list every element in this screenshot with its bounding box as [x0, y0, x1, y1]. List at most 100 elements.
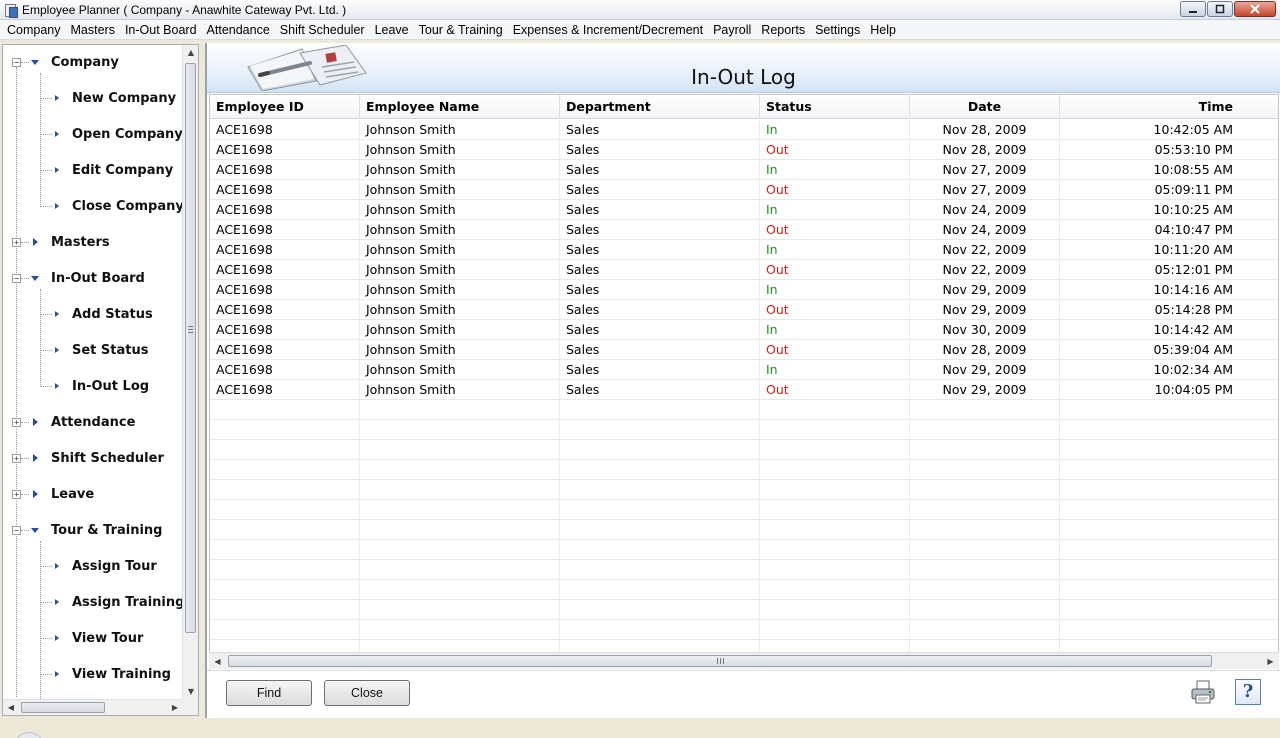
- empty-cell: [760, 400, 910, 420]
- table-row[interactable]: ACE1698 Johnson Smith Sales Out Nov 28, 2009…: [210, 140, 1278, 160]
- menu-attendance[interactable]: Attendance: [202, 20, 275, 40]
- column-header-time[interactable]: Time: [1060, 95, 1278, 119]
- table-row[interactable]: ACE1698 Johnson Smith Sales In Nov 29, 2009 1…: [210, 280, 1278, 300]
- empty-cell: [760, 620, 910, 640]
- scroll-right-arrow-icon[interactable]: ▶: [1262, 653, 1279, 670]
- close-window-button[interactable]: [1234, 1, 1276, 17]
- table-row[interactable]: ACE1698 Johnson Smith Sales In Nov 24, 2009 1…: [210, 200, 1278, 220]
- scroll-thumb[interactable]: [228, 655, 1212, 667]
- find-button[interactable]: Find: [226, 680, 312, 706]
- attendance-expand-toggle[interactable]: +: [12, 418, 21, 427]
- column-header-date[interactable]: Date: [910, 95, 1060, 119]
- table-row[interactable]: ACE1698 Johnson Smith Sales Out Nov 29, 2009…: [210, 380, 1278, 400]
- tree-item-open-company[interactable]: Open Company: [55, 125, 183, 143]
- tree-connector: [40, 134, 52, 135]
- page-title: In-Out Log: [691, 65, 796, 89]
- scroll-thumb[interactable]: [185, 63, 196, 633]
- empty-cell: [210, 440, 360, 460]
- tree-item-set-status[interactable]: Set Status: [55, 341, 148, 359]
- tree-item-view-tour[interactable]: View Tour: [55, 629, 143, 647]
- tree-item-view-training[interactable]: View Training: [55, 665, 171, 683]
- close-button[interactable]: Close: [324, 680, 410, 706]
- help-button[interactable]: ?: [1235, 679, 1261, 705]
- menu-tour-training[interactable]: Tour & Training: [414, 20, 508, 40]
- in-out-board-collapse-toggle[interactable]: −: [12, 274, 21, 283]
- tree-item-company[interactable]: Company: [31, 53, 119, 71]
- tree-item-in-out-board[interactable]: In-Out Board: [31, 269, 145, 287]
- empty-cell: [210, 620, 360, 640]
- table-header: Employee ID Employee Name Department Sta…: [210, 95, 1278, 119]
- tree-item-assign-training[interactable]: Assign Training: [55, 593, 183, 611]
- table-row[interactable]: ACE1698 Johnson Smith Sales Out Nov 29, 2009…: [210, 300, 1278, 320]
- tree-item-leave[interactable]: Leave: [33, 485, 94, 503]
- shift-scheduler-expand-toggle[interactable]: +: [12, 454, 21, 463]
- table-row[interactable]: ACE1698 Johnson Smith Sales In Nov 28, 2009 1…: [210, 120, 1278, 140]
- empty-table-row: [210, 600, 1278, 620]
- column-header-department[interactable]: Department: [560, 95, 760, 119]
- tree-item-masters[interactable]: Masters: [33, 233, 110, 251]
- empty-cell: [910, 520, 1060, 540]
- menu-masters[interactable]: Masters: [66, 20, 120, 40]
- tree-item-tour-training[interactable]: Tour & Training: [31, 521, 162, 539]
- table-row[interactable]: ACE1698 Johnson Smith Sales Out Nov 24, 2009…: [210, 220, 1278, 240]
- cell-department: Sales: [560, 260, 760, 280]
- minimize-button[interactable]: [1180, 1, 1206, 17]
- scroll-left-arrow-icon[interactable]: ◀: [209, 653, 226, 670]
- menu-payroll[interactable]: Payroll: [708, 20, 756, 40]
- empty-cell: [1060, 600, 1278, 620]
- tree-item-add-status[interactable]: Add Status: [55, 305, 153, 323]
- table-row[interactable]: ACE1698 Johnson Smith Sales Out Nov 28, 2009…: [210, 340, 1278, 360]
- tour-training-collapse-toggle[interactable]: −: [12, 526, 21, 535]
- menu-leave[interactable]: Leave: [370, 20, 414, 40]
- column-header-employee-name[interactable]: Employee Name: [360, 95, 560, 119]
- tree-item-assign-tour[interactable]: Assign Tour: [55, 557, 157, 575]
- cell-date: Nov 28, 2009: [910, 120, 1060, 140]
- table-row[interactable]: ACE1698 Johnson Smith Sales In Nov 22, 2009 1…: [210, 240, 1278, 260]
- leave-expand-toggle[interactable]: +: [12, 490, 21, 499]
- tree-item-close-company[interactable]: Close Company: [55, 197, 183, 215]
- masters-expand-toggle[interactable]: +: [12, 238, 21, 247]
- empty-cell: [360, 560, 560, 580]
- column-header-status[interactable]: Status: [760, 95, 910, 119]
- tree-item-attendance[interactable]: Attendance: [33, 413, 135, 431]
- menu-company[interactable]: Company: [2, 20, 66, 40]
- menu-in-out-board[interactable]: In-Out Board: [120, 20, 202, 40]
- tree-connector: [40, 206, 52, 207]
- sidebar-horizontal-scrollbar[interactable]: ◀ ▶: [3, 699, 183, 715]
- table-row[interactable]: ACE1698 Johnson Smith Sales In Nov 30, 2009 1…: [210, 320, 1278, 340]
- company-collapse-toggle[interactable]: −: [12, 58, 21, 67]
- scroll-up-arrow-icon[interactable]: ▲: [183, 45, 198, 61]
- print-button[interactable]: [1190, 679, 1216, 705]
- tree-item-shift-scheduler[interactable]: Shift Scheduler: [33, 449, 164, 467]
- menu-shift-scheduler[interactable]: Shift Scheduler: [275, 20, 370, 40]
- empty-cell: [560, 580, 760, 600]
- collapsed-arrow-icon: [55, 671, 59, 677]
- table-row[interactable]: ACE1698 Johnson Smith Sales Out Nov 27, 2009…: [210, 180, 1278, 200]
- menu-help[interactable]: Help: [865, 20, 901, 40]
- cell-department: Sales: [560, 200, 760, 220]
- menu-reports[interactable]: Reports: [756, 20, 810, 40]
- empty-cell: [560, 480, 760, 500]
- column-header-employee-id[interactable]: Employee ID: [210, 95, 360, 119]
- scroll-right-arrow-icon[interactable]: ▶: [167, 700, 183, 715]
- scroll-thumb[interactable]: [21, 702, 105, 713]
- maximize-button[interactable]: [1207, 1, 1233, 17]
- empty-cell: [560, 520, 760, 540]
- empty-cell: [360, 580, 560, 600]
- tree-item-edit-company[interactable]: Edit Company: [55, 161, 173, 179]
- menu-expenses[interactable]: Expenses & Increment/Decrement: [508, 20, 708, 40]
- tree-connector: [40, 674, 52, 675]
- cell-time: 10:04:05 PM: [1060, 380, 1278, 400]
- scroll-left-arrow-icon[interactable]: ◀: [3, 700, 19, 715]
- sidebar-vertical-scrollbar[interactable]: ▲ ▼: [182, 45, 198, 700]
- title-bar: Employee Planner ( Company - Anawhite Ca…: [0, 0, 1280, 20]
- scroll-down-arrow-icon[interactable]: ▼: [183, 684, 198, 700]
- window-controls: [1179, 1, 1276, 17]
- table-row[interactable]: ACE1698 Johnson Smith Sales In Nov 29, 2009 1…: [210, 360, 1278, 380]
- menu-settings[interactable]: Settings: [810, 20, 865, 40]
- tree-item-in-out-log[interactable]: In-Out Log: [55, 377, 149, 395]
- tree-item-new-company[interactable]: New Company: [55, 89, 176, 107]
- table-row[interactable]: ACE1698 Johnson Smith Sales Out Nov 22, 2009…: [210, 260, 1278, 280]
- table-row[interactable]: ACE1698 Johnson Smith Sales In Nov 27, 2009 1…: [210, 160, 1278, 180]
- table-horizontal-scrollbar[interactable]: ◀ ▶: [209, 652, 1279, 669]
